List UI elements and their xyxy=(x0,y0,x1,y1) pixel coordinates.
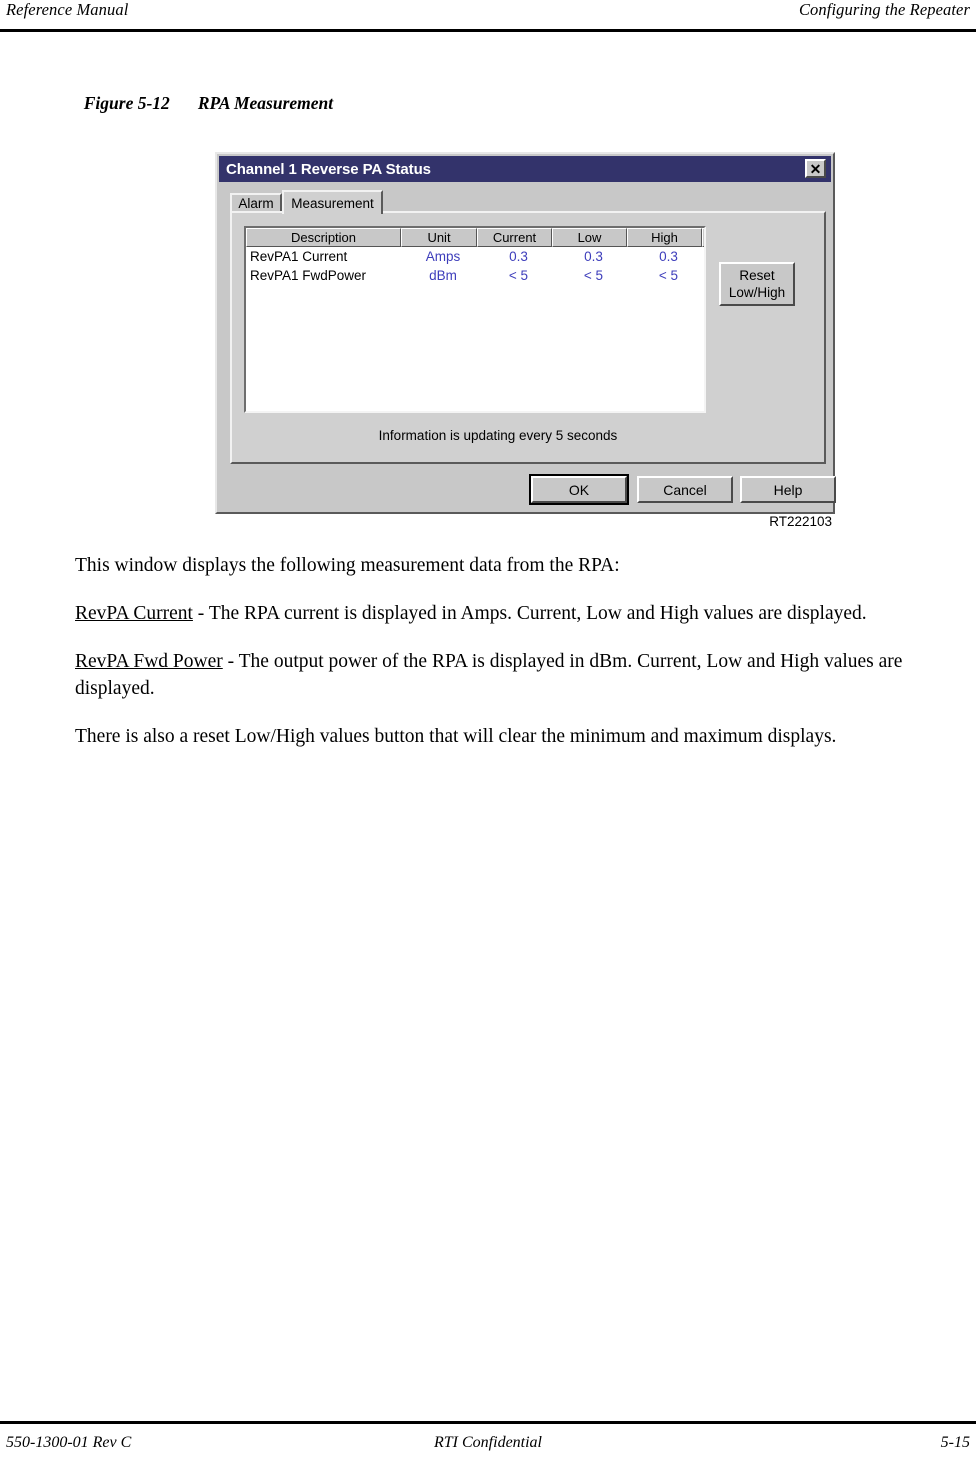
tab-measurement[interactable]: Measurement xyxy=(282,190,383,214)
ok-button[interactable]: OK xyxy=(529,474,629,505)
cell-current: 0.3 xyxy=(509,249,528,264)
paragraph-revpa-fwd-power: RevPA Fwd Power - The output power of th… xyxy=(75,648,975,702)
footer-divider xyxy=(0,1421,976,1424)
tab-alarm-label: Alarm xyxy=(238,196,274,211)
dialog-button-row: OK Cancel Help xyxy=(217,474,836,506)
close-glyph: ✕ xyxy=(809,160,822,177)
reset-low-high-button[interactable]: Reset Low/High xyxy=(719,262,795,306)
dialog-title: Channel 1 Reverse PA Status xyxy=(226,160,431,178)
column-header-description[interactable]: Description xyxy=(246,228,401,247)
header-divider xyxy=(0,29,976,32)
figure-title: RPA Measurement xyxy=(197,93,334,113)
cell-low: < 5 xyxy=(583,268,604,283)
header-left-text: Reference Manual xyxy=(6,0,129,19)
close-icon[interactable]: ✕ xyxy=(805,159,826,178)
update-status-text: Information is updating every 5 seconds xyxy=(378,428,618,443)
column-header-spacer xyxy=(702,228,704,247)
header-right-text: Configuring the Repeater xyxy=(798,0,970,19)
paragraph-revpa-current: RevPA Current - The RPA current is displ… xyxy=(75,600,975,627)
paragraph-intro: This window displays the following measu… xyxy=(75,555,620,576)
tab-measurement-label: Measurement xyxy=(291,195,374,211)
rpa-status-dialog: Channel 1 Reverse PA Status ✕ Alarm Meas… xyxy=(215,152,836,514)
table-header-row: Description Unit Current Low High xyxy=(246,228,704,247)
figure-id-caption: RT222103 xyxy=(769,514,832,529)
cell-description: RevPA1 FwdPower xyxy=(250,268,367,283)
body-text: This window displays the following measu… xyxy=(75,552,975,771)
column-header-low[interactable]: Low xyxy=(552,228,627,247)
tab-strip: Alarm Measurement xyxy=(230,190,826,214)
cell-unit: Amps xyxy=(425,249,461,264)
column-header-high[interactable]: High xyxy=(627,228,702,247)
measurement-panel: Description Unit Current Low High RevPA1… xyxy=(230,211,826,464)
cancel-button[interactable]: Cancel xyxy=(637,476,733,503)
cell-unit: dBm xyxy=(429,268,457,283)
cell-high: < 5 xyxy=(658,268,679,283)
dialog-titlebar[interactable]: Channel 1 Reverse PA Status ✕ xyxy=(219,156,831,182)
column-header-unit[interactable]: Unit xyxy=(401,228,477,247)
figure-caption: Figure 5-12 RPA Measurement xyxy=(75,72,333,114)
figure-number: Figure 5-12 xyxy=(83,93,170,113)
term-revpa-current-desc: - The RPA current is displayed in Amps. … xyxy=(192,603,867,624)
cell-current: < 5 xyxy=(508,268,529,283)
cell-high: 0.3 xyxy=(659,249,678,264)
term-revpa-current: RevPA Current xyxy=(75,603,193,624)
cell-low: 0.3 xyxy=(584,249,603,264)
table-row[interactable]: RevPA1 Current Amps 0.3 0.3 0.3 xyxy=(246,247,704,266)
reset-button-line1: Reset xyxy=(739,268,775,283)
tab-alarm[interactable]: Alarm xyxy=(230,193,282,212)
figure-image: Channel 1 Reverse PA Status ✕ Alarm Meas… xyxy=(215,152,839,532)
measurement-listbox[interactable]: Description Unit Current Low High RevPA1… xyxy=(244,226,706,413)
footer-page-number: 5-15 xyxy=(940,1434,970,1451)
help-button[interactable]: Help xyxy=(740,476,836,503)
page-footer: 550-1300-01 Rev C RTI Confidential 5-15 xyxy=(0,1434,976,1460)
term-revpa-fwd-power: RevPA Fwd Power xyxy=(75,651,223,672)
reset-button-line2: Low/High xyxy=(728,285,786,300)
paragraph-reset-note: There is also a reset Low/High values bu… xyxy=(75,726,837,747)
footer-confidential: RTI Confidential xyxy=(434,1434,542,1451)
table-row[interactable]: RevPA1 FwdPower dBm < 5 < 5 < 5 xyxy=(246,266,704,285)
column-header-current[interactable]: Current xyxy=(477,228,552,247)
cell-description: RevPA1 Current xyxy=(250,249,348,264)
